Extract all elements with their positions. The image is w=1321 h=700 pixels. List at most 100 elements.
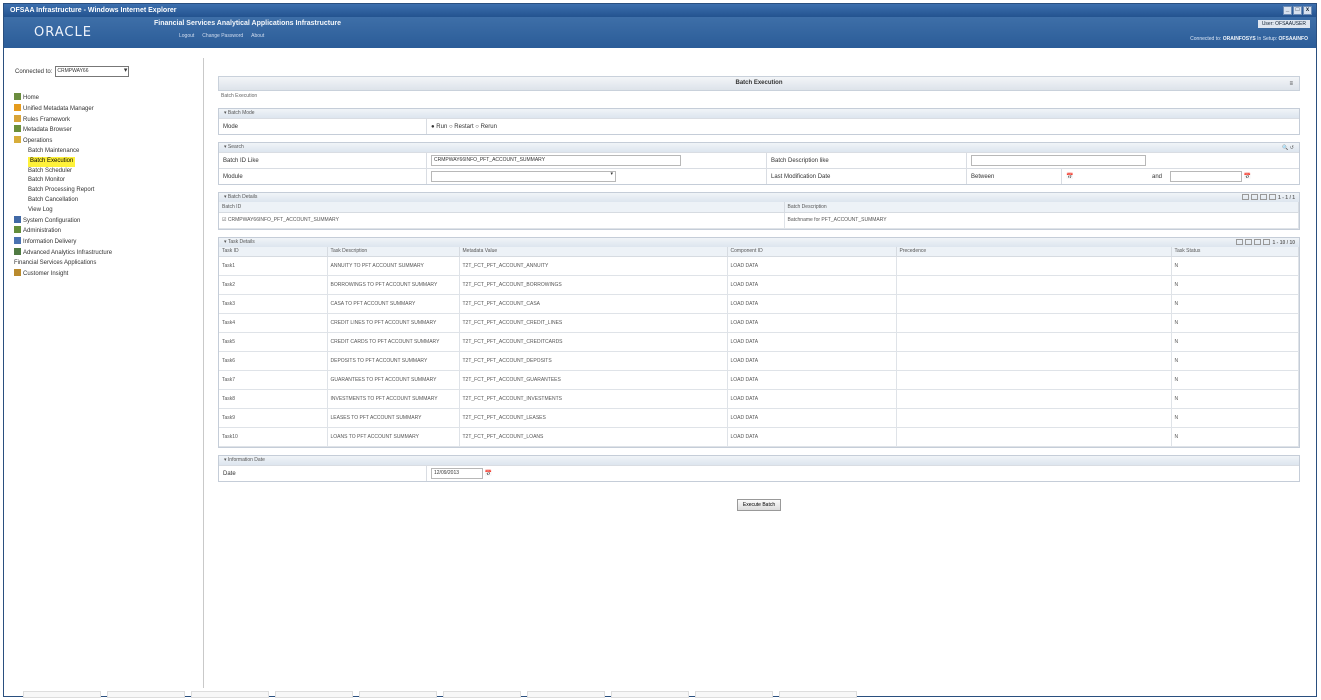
- sidebar-item-view-log[interactable]: View Log: [12, 206, 200, 216]
- column-header[interactable]: Batch Description: [784, 202, 1299, 213]
- column-header[interactable]: Task Status: [1171, 246, 1299, 257]
- table-row[interactable]: Task5 CREDIT CARDS TO PFT ACCOUNT SUMMARY…: [219, 332, 1299, 352]
- column-header[interactable]: Task Description: [327, 246, 460, 257]
- sidebar-item-label: Rules Framework: [23, 116, 71, 123]
- date-row: Date 12/09/2013 📅: [219, 465, 1299, 481]
- task-pager[interactable]: 1 - 10 / 10: [1236, 238, 1295, 248]
- search-reset-icons[interactable]: 🔍 ↺: [1282, 144, 1294, 153]
- sidebar-item-batch-processing-report[interactable]: Batch Processing Report: [12, 186, 200, 196]
- column-header[interactable]: Task ID: [219, 246, 328, 257]
- sidebar-item-batch-monitor[interactable]: Batch Monitor: [12, 176, 200, 186]
- task-cell: LEASES TO PFT ACCOUNT SUMMARY: [327, 408, 460, 428]
- batch-desc-input[interactable]: [971, 155, 1146, 166]
- change-password-link[interactable]: Change Password: [202, 33, 243, 39]
- mode-options: ● Run ○ Restart ○ Rerun: [427, 119, 501, 134]
- between-label: Between: [967, 169, 1062, 184]
- sidebar-item-metadata-browser[interactable]: Metadata Browser: [12, 125, 200, 136]
- column-header[interactable]: Component ID: [727, 246, 897, 257]
- table-row[interactable]: Task9 LEASES TO PFT ACCOUNT SUMMARY T2T_FC…: [219, 408, 1299, 428]
- sidebar-item-label: Batch Execution: [28, 156, 76, 167]
- batch-id-input[interactable]: CRMPWAY66INFO_PFT_ACCOUNT_SUMMARY: [431, 155, 681, 166]
- table-row[interactable]: Task10 LOANS TO PFT ACCOUNT SUMMARY T2T_FC…: [219, 427, 1299, 447]
- task-cell: BORROWINGS TO PFT ACCOUNT SUMMARY: [327, 275, 460, 295]
- sidebar-item-system-configuration[interactable]: System Configuration: [12, 215, 200, 227]
- task-details-table: Task ID Task Description Metadata Value …: [219, 246, 1299, 447]
- task-cell: LOAD DATA: [727, 256, 897, 276]
- section-title: ▾ Information Date: [219, 456, 1299, 465]
- table-row[interactable]: Task6 DEPOSITS TO PFT ACCOUNT SUMMARY T2T_…: [219, 351, 1299, 371]
- execute-batch-button[interactable]: Execute Batch: [736, 499, 782, 511]
- help-icon[interactable]: ≡: [1289, 78, 1293, 91]
- column-header[interactable]: Batch ID: [219, 202, 785, 213]
- taskbar-button[interactable]: [23, 691, 101, 698]
- task-cell: LOAD DATA: [727, 427, 897, 447]
- table-row[interactable]: Task1 ANNUITY TO PFT ACCOUNT SUMMARY T2T_F…: [219, 256, 1299, 276]
- sidebar-item-information-delivery[interactable]: Information Delivery: [12, 237, 200, 248]
- table-row[interactable]: Task8 INVESTMENTS TO PFT ACCOUNT SUMMARY T…: [219, 389, 1299, 409]
- module-cell: ▾: [427, 169, 767, 184]
- to-date-input[interactable]: [1170, 171, 1243, 182]
- table-row[interactable]: Task3 CASA TO PFT ACCOUNT SUMMARY T2T_FCT_…: [219, 294, 1299, 314]
- sidebar-item-customer-insight[interactable]: Customer Insight: [12, 268, 200, 280]
- folder-icon: [14, 136, 21, 144]
- taskbar-button[interactable]: [779, 691, 857, 698]
- section-title: ▾ Search 🔍 ↺: [219, 143, 1299, 152]
- minimize-button[interactable]: _: [1283, 6, 1292, 15]
- sidebar-item-financial-services-applications[interactable]: Financial Services Applications: [12, 259, 200, 269]
- restart-radio[interactable]: ○ Restart: [449, 124, 474, 130]
- date-label: Date: [219, 466, 427, 481]
- sidebar-item-label: Batch Processing Report: [28, 187, 95, 194]
- sidebar-item-batch-scheduler[interactable]: Batch Scheduler: [12, 167, 200, 177]
- information-date-input[interactable]: 12/09/2013: [431, 468, 483, 479]
- task-cell: N: [1171, 256, 1299, 276]
- run-radio[interactable]: ● Run: [431, 124, 447, 130]
- sidebar-item-batch-cancellation[interactable]: Batch Cancellation: [12, 196, 200, 206]
- column-header[interactable]: Precedence: [896, 246, 1172, 257]
- about-link[interactable]: About: [251, 33, 264, 39]
- batch-description-cell: Batchname for PFT_ACCOUNT_SUMMARY: [784, 212, 1299, 229]
- section-title: ▾ Batch Mode: [219, 109, 1299, 118]
- batch-pager[interactable]: 1 - 1 / 1: [1242, 194, 1295, 203]
- taskbar-button[interactable]: [107, 691, 185, 698]
- rerun-radio[interactable]: ○ Rerun: [475, 124, 497, 130]
- taskbar-button[interactable]: [695, 691, 773, 698]
- module-select[interactable]: ▾: [431, 171, 616, 182]
- table-row[interactable]: Task7 GUARANTEES TO PFT ACCOUNT SUMMARY T2…: [219, 370, 1299, 390]
- task-cell: LOAD DATA: [727, 351, 897, 371]
- taskbar-button[interactable]: [275, 691, 353, 698]
- taskbar-button[interactable]: [443, 691, 521, 698]
- breadcrumb: Batch Execution: [221, 93, 258, 99]
- table-row[interactable]: Task2 BORROWINGS TO PFT ACCOUNT SUMMARY T2…: [219, 275, 1299, 295]
- navigation-tree: Home Unified Metadata Manager Rules Framew…: [12, 93, 200, 279]
- pane-splitter[interactable]: [203, 58, 204, 688]
- sidebar-item-operations[interactable]: Operations: [12, 136, 200, 147]
- infodom-select[interactable]: CRMPWAY66: [55, 66, 130, 77]
- sidebar-item-advanced-analytics-infrastructure[interactable]: Advanced Analytics Infrastructure: [12, 247, 200, 259]
- page-header: Batch Execution ≡: [218, 76, 1300, 91]
- task-cell: [896, 427, 1172, 447]
- task-cell: N: [1171, 408, 1299, 428]
- sidebar-item-administration[interactable]: Administration: [12, 226, 200, 237]
- close-button[interactable]: x: [1303, 6, 1312, 15]
- module-label: Module: [219, 169, 427, 184]
- taskbar-button[interactable]: [527, 691, 605, 698]
- sidebar-item-label: Batch Scheduler: [28, 167, 73, 174]
- sidebar-item-batch-execution[interactable]: Batch Execution: [12, 156, 200, 167]
- taskbar-button[interactable]: [611, 691, 689, 698]
- user-button[interactable]: User: OFSAAUSER: [1257, 20, 1310, 28]
- column-header[interactable]: Metadata Value: [459, 246, 728, 257]
- table-row[interactable]: Task4 CREDIT LINES TO PFT ACCOUNT SUMMARY…: [219, 313, 1299, 333]
- maximize-button[interactable]: □: [1293, 6, 1302, 15]
- taskbar-button[interactable]: [191, 691, 269, 698]
- sidebar-item-batch-maintenance[interactable]: Batch Maintenance: [12, 147, 200, 157]
- table-row[interactable]: ☑ CRMPWAY66INFO_PFT_ACCOUNT_SUMMARY Batc…: [219, 212, 1299, 229]
- sidebar-item-rules-framework[interactable]: Rules Framework: [12, 114, 200, 126]
- task-cell: CREDIT LINES TO PFT ACCOUNT SUMMARY: [327, 313, 460, 333]
- task-cell: [896, 351, 1172, 371]
- sidebar-item-home[interactable]: Home: [12, 93, 200, 104]
- sidebar-item-unified-metadata-manager[interactable]: Unified Metadata Manager: [12, 103, 200, 115]
- logout-link[interactable]: Logout: [179, 33, 194, 39]
- application-title: Financial Services Analytical Applicatio…: [154, 20, 341, 27]
- batch-details-section: ▾ Batch Details 1 - 1 / 1 Batch ID Batch…: [218, 192, 1300, 230]
- taskbar-button[interactable]: [359, 691, 437, 698]
